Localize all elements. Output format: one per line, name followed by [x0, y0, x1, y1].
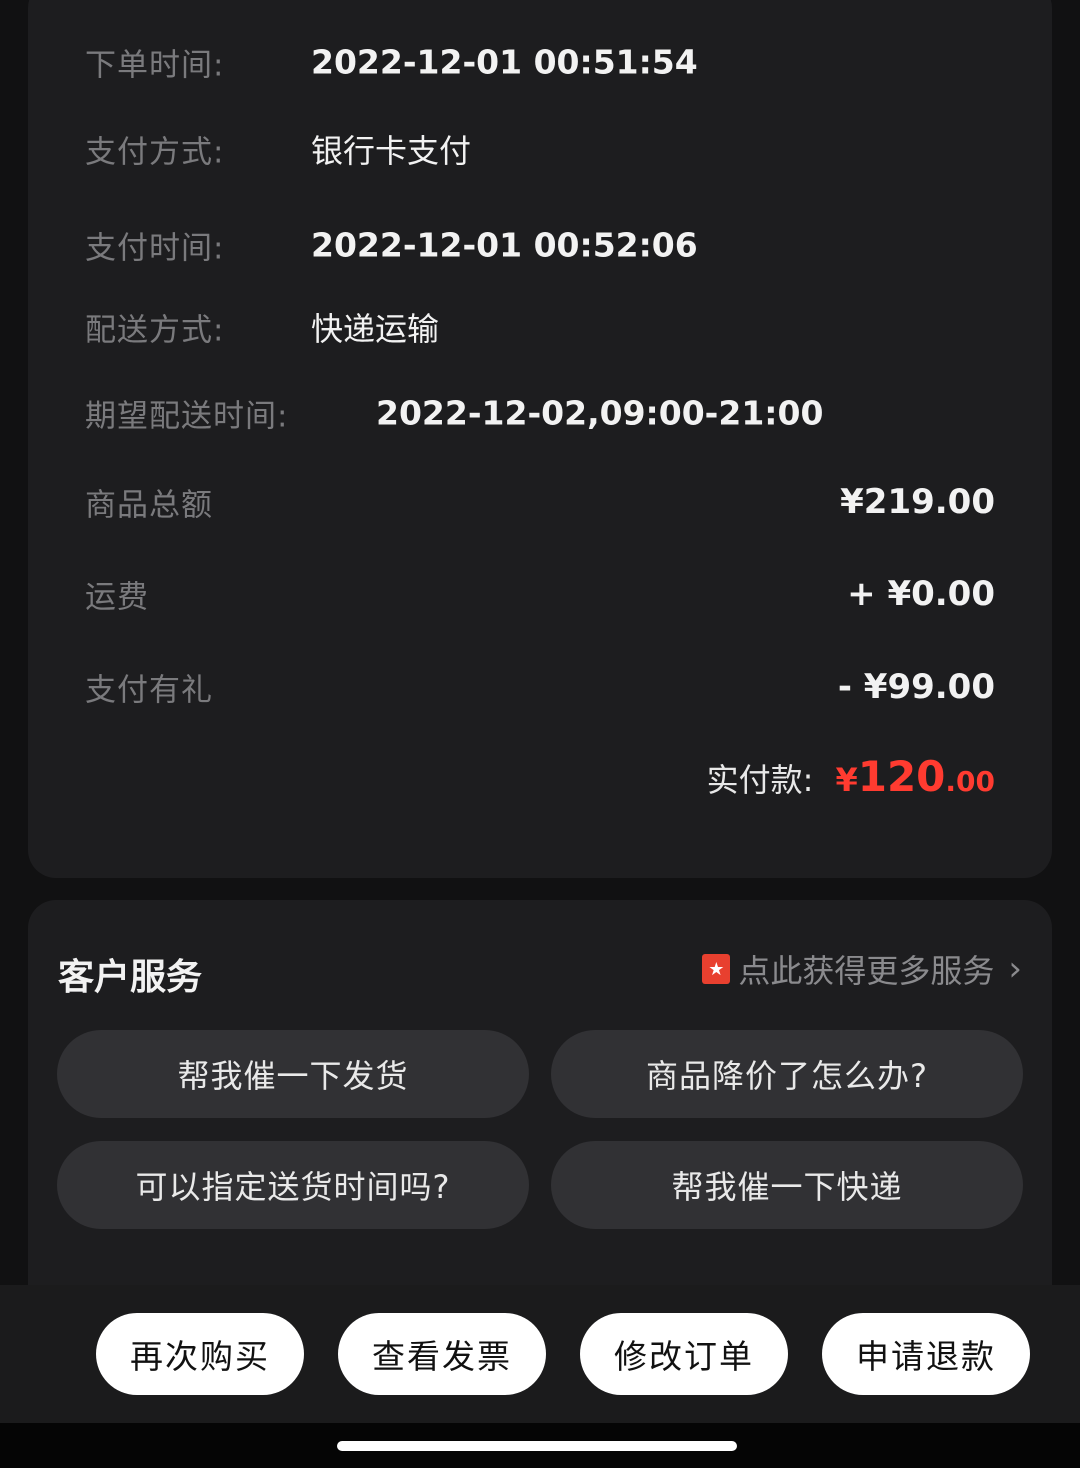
price-drop-button[interactable]: 商品降价了怎么办?: [551, 1030, 1023, 1118]
payment-gift-row: 支付有礼 - ¥99.00: [85, 659, 995, 715]
payment-gift-value: - ¥99.00: [837, 667, 995, 707]
payment-method-row: 支付方式: 银行卡支付: [85, 121, 995, 177]
goods-total-label: 商品总额: [85, 487, 213, 524]
payment-time-row: 支付时间: 2022-12-01 00:52:06: [85, 217, 995, 273]
shipping-value: + ¥0.00: [847, 574, 995, 614]
home-indicator[interactable]: [337, 1441, 737, 1451]
customer-service-title: 客户服务: [58, 957, 203, 998]
delivery-method-label: 配送方式:: [85, 312, 225, 349]
request-refund-button[interactable]: 申请退款: [822, 1313, 1030, 1395]
order-detail-card: 下单时间: 2022-12-01 00:51:54 支付方式: 银行卡支付 支付…: [28, 0, 1052, 878]
order-time-label: 下单时间:: [85, 47, 225, 84]
paid-amount-row: 实付款: ¥ 120 .00: [707, 752, 995, 808]
urge-shipping-button[interactable]: 帮我催一下发货: [57, 1030, 529, 1118]
paid-amount-label: 实付款:: [706, 761, 814, 799]
payment-gift-label: 支付有礼: [85, 672, 213, 709]
coupon-star-icon: ★: [702, 954, 731, 984]
paid-amount-currency: ¥: [835, 761, 858, 799]
expected-delivery-row: 期望配送时间: 2022-12-02,09:00-21:00: [85, 385, 995, 441]
view-invoice-button[interactable]: 查看发票: [338, 1313, 546, 1395]
shipping-label: 运费: [85, 579, 149, 616]
payment-time-label: 支付时间:: [85, 230, 225, 267]
paid-amount-integer: 120: [857, 752, 946, 801]
more-services-link[interactable]: ★ 点此获得更多服务 ›: [702, 946, 1022, 992]
modify-order-button[interactable]: 修改订单: [580, 1313, 788, 1395]
chevron-right-icon: ›: [1008, 949, 1022, 989]
delivery-method-value: 快递运输: [311, 310, 440, 348]
order-time-row: 下单时间: 2022-12-01 00:51:54: [85, 34, 995, 90]
more-services-label: 点此获得更多服务: [738, 952, 995, 990]
system-nav-area: [0, 1423, 1080, 1468]
paid-amount-decimal: .00: [945, 765, 995, 798]
bottom-action-bar: 再次购买 查看发票 修改订单 申请退款: [0, 1285, 1080, 1423]
shipping-row: 运费 + ¥0.00: [85, 566, 995, 622]
buy-again-button[interactable]: 再次购买: [96, 1313, 304, 1395]
payment-method-label: 支付方式:: [85, 134, 225, 171]
schedule-delivery-button[interactable]: 可以指定送货时间吗?: [57, 1141, 529, 1229]
payment-time-value: 2022-12-01 00:52:06: [311, 225, 698, 265]
delivery-method-row: 配送方式: 快递运输: [85, 299, 995, 355]
customer-service-card: 客户服务 ★ 点此获得更多服务 › 帮我催一下发货 商品降价了怎么办? 可以指定…: [28, 900, 1052, 1320]
expected-delivery-value: 2022-12-02,09:00-21:00: [376, 393, 824, 433]
goods-total-row: 商品总额 ¥219.00: [85, 474, 995, 530]
payment-method-value: 银行卡支付: [311, 132, 472, 170]
goods-total-value: ¥219.00: [840, 482, 995, 522]
urge-courier-button[interactable]: 帮我催一下快递: [551, 1141, 1023, 1229]
order-time-value: 2022-12-01 00:51:54: [311, 42, 698, 82]
expected-delivery-label: 期望配送时间:: [85, 398, 289, 435]
